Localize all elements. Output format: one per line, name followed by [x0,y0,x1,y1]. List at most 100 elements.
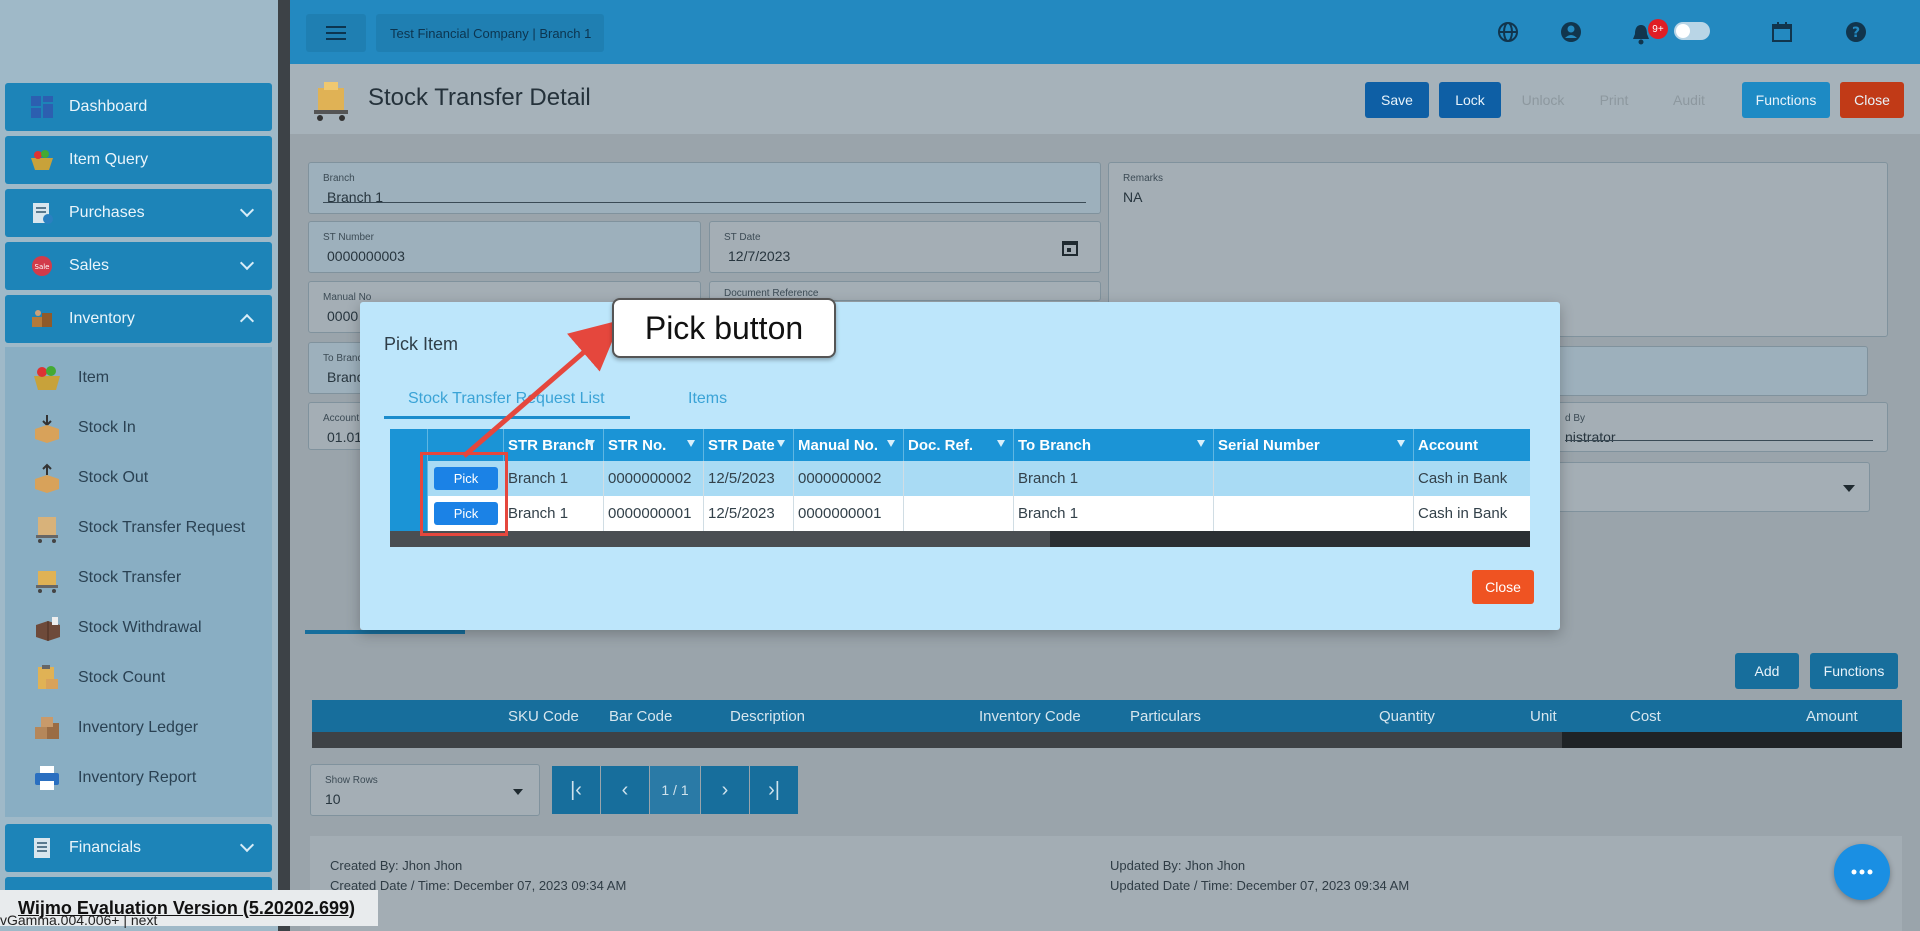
column-header[interactable]: Bar Code [609,708,672,725]
prev-page-button[interactable]: ‹ [601,766,649,814]
tab-items[interactable]: Items [688,390,727,408]
items-functions-button[interactable]: Functions [1810,653,1898,689]
audit-button[interactable]: Audit [1660,82,1718,118]
sidebar-item-financials[interactable]: Financials [5,824,272,872]
functions-button[interactable]: Functions [1742,82,1830,118]
column-header[interactable]: STR Date [704,429,794,461]
column-header[interactable]: Description [730,708,805,725]
inventory-submenu: Item Stock In Stock Out Stock Transfer R… [5,347,272,817]
updated-date: Updated Date / Time: December 07, 2023 0… [1110,878,1410,893]
column-header[interactable]: Quantity [1379,708,1435,725]
column-header-label: Doc. Ref. [908,436,974,454]
financials-icon [29,835,55,861]
tab-stock-transfer-request-list[interactable]: Stock Transfer Request List [408,390,605,408]
sidebar-subitem-stock-count[interactable]: Stock Count [30,658,165,698]
user-account-icon[interactable] [1557,18,1585,46]
audit-footer: Created By: Jhon Jhon Created Date / Tim… [310,836,1902,931]
sidebar-subitem-stock-withdrawal[interactable]: Stock Withdrawal [30,608,202,648]
filter-icon[interactable] [1397,440,1405,447]
field-value: 10 [325,791,341,807]
sidebar-scrollbar[interactable] [278,0,290,931]
next-page-button[interactable]: › [701,766,749,814]
column-header[interactable]: STR No. [604,429,704,461]
grid-header: STR Branch STR No. STR Date Manual No. D… [390,429,1530,461]
svg-text:Sale: Sale [35,263,50,271]
column-header[interactable]: Inventory Code [979,708,1081,725]
table-row[interactable]: Pick Branch 1 0000000002 12/5/2023 00000… [390,461,1530,496]
sidebar-subitem-stock-in[interactable]: Stock In [30,408,136,448]
field-label: Account [323,413,360,424]
theme-toggle[interactable] [1674,22,1710,40]
filter-icon[interactable] [687,440,695,447]
help-icon[interactable]: ? [1842,18,1870,46]
globe-icon[interactable] [1494,18,1522,46]
column-header-label: STR Branch [508,436,594,454]
st-date-field[interactable]: ST Date 12/7/2023 [709,221,1101,273]
column-header[interactable]: Cost [1630,708,1661,725]
column-header[interactable]: Serial Number [1214,429,1414,461]
field-label: d By [1565,413,1586,424]
sidebar-subitem-item[interactable]: Item [30,358,109,398]
column-header[interactable]: Doc. Ref. [904,429,1014,461]
save-button[interactable]: Save [1365,82,1429,118]
filter-icon[interactable] [887,440,895,447]
sidebar-item-inventory[interactable]: Inventory [5,295,272,343]
branch-field[interactable]: Branch Branch 1 [308,162,1101,214]
filter-icon[interactable] [997,440,1005,447]
stock-out-icon [30,461,64,495]
cell-manual-no: 0000000001 [794,496,904,531]
company-branch-selector[interactable]: Test Financial Company | Branch 1 [376,14,604,52]
sidebar-item-dashboard[interactable]: Dashboard [5,83,272,131]
column-header[interactable]: Particulars [1130,708,1201,725]
filter-icon[interactable] [1197,440,1205,447]
sidebar-item-sales[interactable]: Sale Sales [5,242,272,290]
column-header[interactable]: To Branch [1014,429,1214,461]
field-label: ST Date [724,232,761,243]
calendar-icon[interactable] [1768,18,1796,46]
grid-horizontal-scrollbar[interactable] [390,531,1530,547]
unlock-button[interactable]: Unlock [1510,82,1576,118]
column-header[interactable]: Manual No. [794,429,904,461]
field-label: Remarks [1123,173,1164,184]
company-branch-label: Test Financial Company | Branch 1 [390,25,592,41]
column-header-label: To Branch [1018,436,1092,454]
modal-close-button[interactable]: Close [1472,570,1534,604]
sidebar-subitem-inventory-report[interactable]: Inventory Report [30,758,196,798]
items-grid-scrollbar[interactable] [312,732,1902,748]
chat-fab-button[interactable] [1834,844,1890,900]
sidebar-subitem-inventory-ledger[interactable]: Inventory Ledger [30,708,198,748]
close-button[interactable]: Close [1840,82,1904,118]
print-button[interactable]: Print [1586,82,1642,118]
menu-button[interactable] [306,14,366,52]
stock-in-icon [30,411,64,445]
st-number-field[interactable]: ST Number 0000000003 [308,221,701,273]
column-header[interactable]: Unit [1530,708,1557,725]
sidebar-subitem-stock-out[interactable]: Stock Out [30,458,148,498]
column-header[interactable]: Account [1414,429,1530,461]
column-header[interactable]: SKU Code [508,708,579,725]
last-page-button[interactable]: ›| [750,766,798,814]
show-rows-select[interactable]: Show Rows 10 [310,764,540,816]
column-header[interactable]: Amount [1806,708,1858,725]
table-row[interactable]: Pick Branch 1 0000000001 12/5/2023 00000… [390,496,1530,531]
sidebar-subitem-stock-transfer-request[interactable]: Stock Transfer Request [30,508,245,548]
cell-doc-ref [904,496,1014,531]
pick-button-highlight [420,452,508,536]
updated-by: Updated By: Jhon Jhon [1110,858,1246,873]
filter-icon[interactable] [777,440,785,447]
sidebar-item-purchases[interactable]: Purchases [5,189,272,237]
cell-serial-number [1214,461,1414,496]
lock-button[interactable]: Lock [1439,82,1501,118]
sidebar-item-item-query[interactable]: Item Query [5,136,272,184]
cell-account: Cash in Bank [1418,470,1508,487]
notification-badge: 9+ [1648,19,1668,39]
add-item-button[interactable]: Add [1735,653,1799,689]
sidebar-subitem-stock-transfer[interactable]: Stock Transfer [30,558,181,598]
column-header[interactable]: STR Branch [504,429,604,461]
filter-icon[interactable] [587,440,595,447]
first-page-button[interactable]: |‹ [552,766,600,814]
printer-icon [30,761,64,795]
chevron-up-icon [239,313,255,329]
dropdown-field[interactable] [1530,462,1870,512]
calendar-icon[interactable] [1062,240,1078,261]
